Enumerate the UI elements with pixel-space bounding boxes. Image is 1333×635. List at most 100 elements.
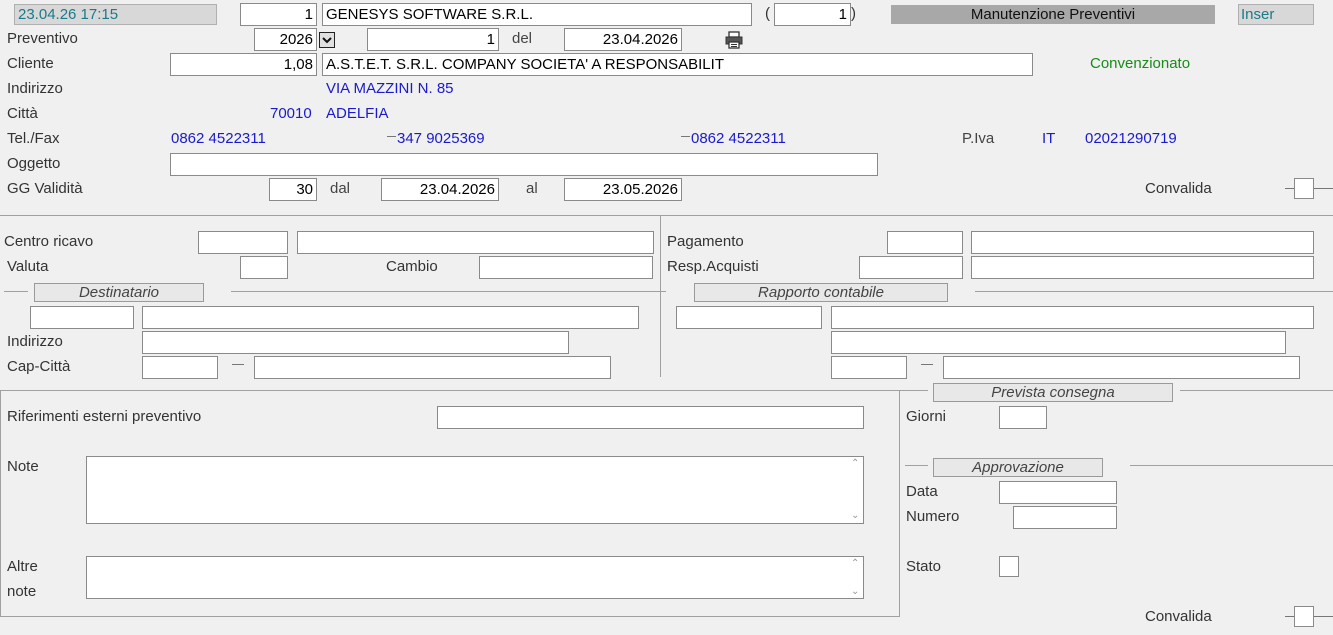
- cap-separator: [232, 364, 244, 365]
- data-label: Data: [906, 483, 938, 500]
- rapporto-cap-field[interactable]: [831, 356, 907, 379]
- numero-label: Numero: [906, 508, 960, 525]
- note-textarea[interactable]: ⌃ ⌄: [86, 456, 864, 524]
- destinatario-code-field[interactable]: [30, 306, 134, 329]
- centro-ricavo-desc-field[interactable]: [297, 231, 654, 254]
- company-name-field[interactable]: GENESYS SOFTWARE S.R.L.: [322, 3, 752, 26]
- pagamento-desc-field[interactable]: [971, 231, 1314, 254]
- del-label: del: [512, 30, 533, 47]
- telfax-label: Tel./Fax: [7, 130, 60, 147]
- divider: [660, 215, 661, 377]
- dest-indirizzo-field[interactable]: [142, 331, 569, 354]
- stato-checkbox[interactable]: [999, 556, 1019, 577]
- altre-note-scrollbar[interactable]: ⌃ ⌄: [847, 557, 863, 598]
- validita-from-field[interactable]: 23.04.2026: [381, 178, 499, 201]
- convalida-line: [1285, 616, 1294, 617]
- convalida-bottom-checkbox[interactable]: [1294, 606, 1314, 627]
- datetime-display: 23.04.26 17:15: [14, 4, 217, 25]
- preventivo-year-field[interactable]: 2026: [254, 28, 317, 51]
- resp-acquisti-label: Resp.Acquisti: [667, 258, 759, 275]
- year-dropdown-button[interactable]: [319, 32, 335, 48]
- prevista-consegna-title: Prevista consegna: [933, 383, 1173, 402]
- divider: [975, 291, 1333, 292]
- rapporto-contabile-title: Rapporto contabile: [694, 283, 948, 302]
- indirizzo-label: Indirizzo: [7, 80, 63, 97]
- destinatario-name-field[interactable]: [142, 306, 639, 329]
- resp-acquisti-desc-field[interactable]: [971, 256, 1314, 279]
- divider: [905, 390, 928, 391]
- preventivo-number-field[interactable]: 1: [367, 28, 499, 51]
- scroll-down-icon[interactable]: ⌄: [851, 586, 859, 597]
- divider: [0, 390, 1, 616]
- scroll-up-icon[interactable]: ⌃: [851, 458, 859, 469]
- cliente-code-field[interactable]: 1,08: [170, 53, 317, 76]
- validita-to-field[interactable]: 23.05.2026: [564, 178, 682, 201]
- altre-note-textarea[interactable]: ⌃ ⌄: [86, 556, 864, 599]
- centro-ricavo-label: Centro ricavo: [4, 233, 94, 250]
- dest-indirizzo-label: Indirizzo: [7, 333, 63, 350]
- convalida-checkbox[interactable]: [1294, 178, 1314, 199]
- riferimenti-label: Riferimenti esterni preventivo: [7, 408, 202, 425]
- divider: [4, 291, 28, 292]
- note-label: Note: [7, 458, 39, 475]
- mode-indicator: Inser: [1238, 4, 1314, 25]
- rapporto-name-field[interactable]: [831, 306, 1314, 329]
- company-code-field[interactable]: 1: [240, 3, 317, 26]
- giorni-field[interactable]: [999, 406, 1047, 429]
- oggetto-field[interactable]: [170, 153, 878, 176]
- phone-separator: [681, 136, 690, 137]
- riferimenti-field[interactable]: [437, 406, 864, 429]
- paren-open: (: [765, 5, 770, 22]
- destinatario-title: Destinatario: [34, 283, 204, 302]
- divider: [905, 465, 928, 466]
- centro-ricavo-code-field[interactable]: [198, 231, 288, 254]
- pagamento-code-field[interactable]: [887, 231, 963, 254]
- printer-icon: [725, 31, 743, 49]
- divider: [1180, 390, 1333, 391]
- cliente-label: Cliente: [7, 55, 54, 72]
- altre-label: Altre: [7, 558, 38, 575]
- pagamento-label: Pagamento: [667, 233, 744, 250]
- rapporto-citta-field[interactable]: [943, 356, 1300, 379]
- giorni-label: Giorni: [906, 408, 947, 425]
- cambio-label: Cambio: [386, 258, 438, 275]
- divider: [899, 390, 900, 616]
- cambio-field[interactable]: [479, 256, 653, 279]
- note-scrollbar[interactable]: ⌃ ⌄: [847, 457, 863, 523]
- divider: [0, 390, 905, 391]
- dest-citta-field[interactable]: [254, 356, 611, 379]
- print-button[interactable]: [724, 30, 744, 50]
- stato-label: Stato: [906, 558, 942, 575]
- citta-cap: 70010: [270, 105, 312, 122]
- phone-1: 0862 4522311: [171, 130, 266, 147]
- validita-days-field[interactable]: 30: [269, 178, 317, 201]
- resp-acquisti-code-field[interactable]: [859, 256, 963, 279]
- approvazione-title: Approvazione: [933, 458, 1103, 477]
- phone-2: 347 9025369: [397, 130, 485, 147]
- company-paren-field[interactable]: 1: [774, 3, 851, 26]
- piva-number: 02021290719: [1085, 130, 1177, 147]
- cliente-status: Convenzionato: [1090, 55, 1191, 72]
- divider: [0, 616, 900, 617]
- rapporto-code-field[interactable]: [676, 306, 822, 329]
- valuta-label: Valuta: [7, 258, 49, 275]
- approvazione-numero-field[interactable]: [1013, 506, 1117, 529]
- approvazione-data-field[interactable]: [999, 481, 1117, 504]
- convalida-line: [1285, 188, 1294, 189]
- scroll-down-icon[interactable]: ⌄: [851, 510, 859, 521]
- preventivo-label: Preventivo: [7, 30, 78, 47]
- valuta-field[interactable]: [240, 256, 288, 279]
- preventivo-date-field[interactable]: 23.04.2026: [564, 28, 682, 51]
- dest-cap-field[interactable]: [142, 356, 218, 379]
- divider: [0, 215, 1333, 216]
- scroll-up-icon[interactable]: ⌃: [851, 558, 859, 569]
- citta-value: ADELFIA: [326, 105, 389, 122]
- phone-3: 0862 4522311: [691, 130, 786, 147]
- dal-label: dal: [330, 180, 351, 197]
- convalida-line: [1314, 616, 1333, 617]
- cliente-name-field[interactable]: A.S.T.E.T. S.R.L. COMPANY SOCIETA' A RES…: [322, 53, 1033, 76]
- rapporto-address-field[interactable]: [831, 331, 1286, 354]
- oggetto-label: Oggetto: [7, 155, 61, 172]
- divider: [1130, 465, 1333, 466]
- phone-separator: [387, 136, 396, 137]
